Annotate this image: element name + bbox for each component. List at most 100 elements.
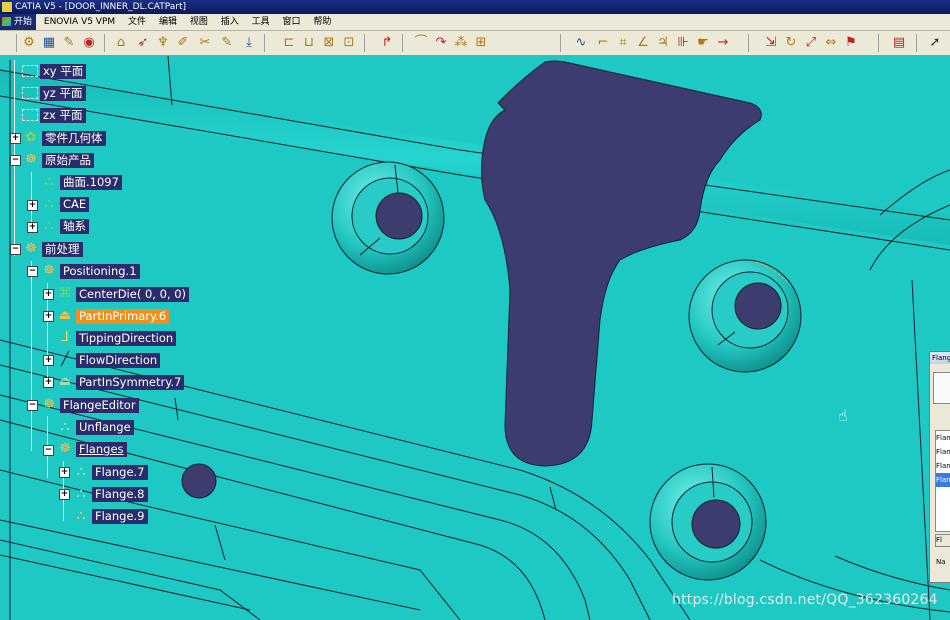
tree-node-label: Flange.7 <box>92 464 148 480</box>
dialog-flange-list: Flan Flan Flan Flan <box>935 430 950 532</box>
tree-node-original-product[interactable]: ☸ 原始产品 <box>22 151 94 169</box>
tool-sketch-icon[interactable]: ✎ <box>60 34 78 52</box>
tool-measure-icon[interactable]: ⌂ <box>112 34 130 52</box>
expand-plus-icon[interactable]: + <box>43 355 54 366</box>
menu-enovia[interactable]: ENOVIA V5 VPM <box>39 14 120 30</box>
tool-scale-icon[interactable]: ⤢ <box>802 34 820 52</box>
tool-cut-icon[interactable]: ⊠ <box>320 34 338 52</box>
tree-node-zx-plane[interactable]: zx 平面 <box>22 106 86 124</box>
tree-node-part-body[interactable]: ✿ 零件几何体 <box>22 129 106 147</box>
dialog-list-item[interactable]: Flan <box>936 459 950 473</box>
plane-icon <box>22 109 38 121</box>
expand-plus-icon[interactable]: + <box>43 289 54 300</box>
collapse-minus-icon[interactable]: − <box>27 400 38 411</box>
tool-rotate-icon[interactable]: ↻ <box>782 34 800 52</box>
expand-plus-icon[interactable]: + <box>27 222 38 233</box>
tree-node-label: FlowDirection <box>76 352 161 368</box>
collapse-minus-icon[interactable]: − <box>10 244 21 255</box>
tool-properties-icon[interactable]: ⚙ <box>20 34 38 52</box>
tree-node-axis-system[interactable]: ⛬ 轴系 <box>40 217 89 235</box>
collapse-minus-icon[interactable]: − <box>10 155 21 166</box>
tool-eye-icon[interactable]: ◉ <box>80 34 98 52</box>
tree-node-flanges[interactable]: ☸ Flanges <box>56 440 127 458</box>
menu-help[interactable]: 帮助 <box>308 14 336 30</box>
tree-node-label: 原始产品 <box>42 152 94 168</box>
tree-node-tipping-direction[interactable]: ⅃ TippingDirection <box>56 329 177 347</box>
product-icon: ☸ <box>43 397 55 412</box>
tree-node-cae[interactable]: ⛬ CAE <box>40 195 90 213</box>
tool-loop-icon[interactable]: ♃ <box>654 34 672 52</box>
tool-grid-icon[interactable]: ▦ <box>40 34 58 52</box>
tree-node-flange-8[interactable]: ⛬ Flange.8 <box>72 485 148 503</box>
tool-arrow-right-icon[interactable]: → <box>714 34 732 52</box>
tool-move-icon[interactable]: ⇲ <box>762 34 780 52</box>
tool-multi-icon[interactable]: ⊞ <box>472 34 490 52</box>
tree-node-center-die[interactable]: ⌘ CenterDie( 0, 0, 0) <box>56 285 190 303</box>
tool-wave-icon[interactable]: ∿ <box>572 34 590 52</box>
menu-view[interactable]: 视图 <box>185 14 213 30</box>
tool-offset-icon[interactable]: ✎ <box>218 34 236 52</box>
tool-lid-icon[interactable]: ⏜ <box>412 34 430 52</box>
tool-surface-icon[interactable]: ⌗ <box>614 34 632 52</box>
tool-bracket-icon[interactable]: ⊏ <box>280 34 298 52</box>
tool-select-arrow-icon[interactable]: ➚ <box>926 34 944 52</box>
tool-rect-icon[interactable]: ⊡ <box>340 34 358 52</box>
tool-pdf-icon[interactable]: ▤ <box>890 34 908 52</box>
collapse-minus-icon[interactable]: − <box>27 266 38 277</box>
expand-plus-icon[interactable]: + <box>43 377 54 388</box>
toolbar-separator <box>364 34 365 52</box>
tree-node-part-in-primary[interactable]: ⏏ PartInPrimary.6 <box>56 307 170 325</box>
tool-mirror-icon[interactable]: ⇔ <box>822 34 840 52</box>
tool-angle-icon[interactable]: ∠ <box>634 34 652 52</box>
expand-plus-icon[interactable]: + <box>59 467 70 478</box>
expand-plus-icon[interactable]: + <box>43 311 54 322</box>
tool-hand-icon[interactable]: ☛ <box>694 34 712 52</box>
tool-flag-icon[interactable]: ⚑ <box>842 34 860 52</box>
tree-node-label: Flange.9 <box>92 508 148 524</box>
axis-icon: ⅃ <box>61 330 69 345</box>
menu-edit[interactable]: 编辑 <box>154 14 182 30</box>
menu-tools[interactable]: 工具 <box>247 14 275 30</box>
tool-trim-icon[interactable]: ✂ <box>196 34 214 52</box>
menu-insert[interactable]: 插入 <box>216 14 244 30</box>
dialog-list-item[interactable]: Flan <box>936 431 950 445</box>
expand-plus-icon[interactable]: + <box>27 200 38 211</box>
tree-node-label: 前处理 <box>42 241 83 257</box>
tool-curve-icon[interactable]: ♆ <box>154 34 172 52</box>
tree-node-yz-plane[interactable]: yz 平面 <box>22 84 86 102</box>
expand-plus-icon[interactable]: + <box>10 133 21 144</box>
tool-edge-icon[interactable]: ✐ <box>174 34 192 52</box>
tool-pattern-icon[interactable]: ⁂ <box>452 34 470 52</box>
tool-ladder-icon[interactable]: ⊪ <box>674 34 692 52</box>
menu-window[interactable]: 窗口 <box>278 14 306 30</box>
tool-extend-icon[interactable]: ⤓ <box>240 34 258 52</box>
tree-node-label: Flanges <box>76 441 127 457</box>
tool-cup-icon[interactable]: ⊔ <box>300 34 318 52</box>
tool-bend-icon[interactable]: ↷ <box>432 34 450 52</box>
tree-node-flow-direction[interactable]: ╱ FlowDirection <box>56 351 161 369</box>
dialog-button[interactable]: Fl <box>935 534 950 547</box>
tree-node-xy-plane[interactable]: xy 平面 <box>22 62 87 80</box>
dialog-list-item-selected[interactable]: Flan <box>936 473 950 487</box>
tree-node-unflange[interactable]: ⛬ Unflange <box>56 418 134 436</box>
product-icon: ☸ <box>59 441 71 456</box>
tree-node-positioning[interactable]: ☸ Positioning.1 <box>40 262 140 280</box>
tree-node-flange-9[interactable]: ⛬ Flange.9 <box>72 507 148 525</box>
tool-flange-icon[interactable]: ➶ <box>134 34 152 52</box>
tree-node-surface[interactable]: ⛬ 曲面.1097 <box>40 173 122 191</box>
tree-node-flange-editor[interactable]: ☸ FlangeEditor <box>40 396 139 414</box>
tool-direction-icon[interactable]: ↱ <box>378 34 396 52</box>
tree-node-preprocess[interactable]: ☸ 前处理 <box>22 240 83 258</box>
collapse-minus-icon[interactable]: − <box>43 445 54 456</box>
menu-start[interactable]: 开始 <box>0 14 37 30</box>
flange-edit-icon: ⛬ <box>76 508 86 523</box>
tree-node-part-in-symmetry[interactable]: ⏏ PartInSymmetry.7 <box>56 373 185 391</box>
flange-icon: ⛬ <box>76 464 86 479</box>
dialog-list-item[interactable]: Flan <box>936 445 950 459</box>
tree-node-flange-7[interactable]: ⛬ Flange.7 <box>72 463 148 481</box>
specification-tree: xy 平面 yz 平面 zx 平面 + ✿ 零件几何体 − ☸ 原始产品 ⛬ 曲… <box>0 56 240 536</box>
menu-file[interactable]: 文件 <box>123 14 151 30</box>
expand-plus-icon[interactable]: + <box>59 489 70 500</box>
tool-hook-icon[interactable]: ⌐ <box>594 34 612 52</box>
dialog-title: Flange <box>930 352 950 364</box>
